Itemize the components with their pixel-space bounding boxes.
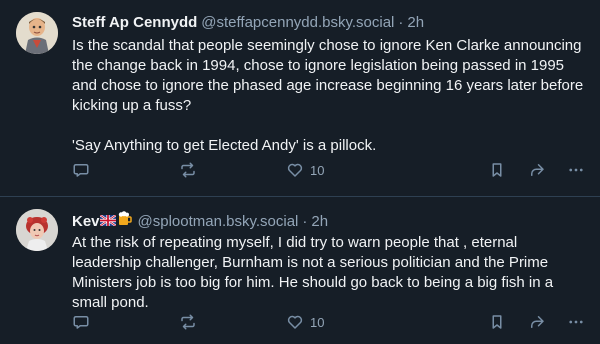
union-jack-flag-icon [98,213,117,231]
like-count: 10 [310,314,325,330]
post-feed: Steff Ap Cennydd @steffapcennydd.bsky.so… [0,0,600,344]
author-handle[interactable]: @splootman.bsky.social [138,213,299,231]
bookmark-icon [492,163,502,177]
avatar[interactable] [16,12,58,54]
post-header: Steff Ap Cennydd @steffapcennydd.bsky.so… [72,14,584,32]
post-timestamp[interactable]: 2h [311,213,328,231]
more-options-button[interactable] [567,161,585,179]
like-button[interactable]: 10 [286,313,324,331]
author-name[interactable]: Steff Ap Cennydd [72,14,197,32]
post-timestamp[interactable]: 2h [407,14,424,32]
post-actions: 10 [72,160,584,180]
reply-button[interactable] [72,161,90,179]
bookmark-button[interactable] [488,313,506,331]
woman-portrait-avatar-icon [16,209,58,251]
bookmark-button[interactable] [488,161,506,179]
speech-bubble-icon [73,316,89,329]
heart-icon [287,163,303,177]
more-options-button[interactable] [567,313,585,331]
speech-bubble-icon [73,164,89,177]
repost-button[interactable] [179,313,197,331]
avatar[interactable] [16,209,58,251]
heart-icon [287,315,303,329]
feed-post[interactable]: Kev @splootman.bsky.social · 2h At the r… [0,197,600,344]
post-header: Kev @splootman.bsky.social · 2h [72,211,584,231]
author-name[interactable]: Kev [72,213,100,231]
post-text: Is the scandal that people seemingly cho… [72,37,584,154]
post-text: At the risk of repeating myself, I did t… [72,234,558,311]
post-actions: 10 [72,312,584,332]
like-count: 10 [310,162,325,178]
separator-dot: · [302,213,308,230]
reply-button[interactable] [72,313,90,331]
beer-mug-icon [118,211,132,231]
share-arrow-icon [531,316,544,328]
author-handle[interactable]: @steffapcennydd.bsky.social [201,14,394,32]
share-button[interactable] [528,313,546,331]
ellipsis-icon [569,320,583,324]
share-button[interactable] [528,161,546,179]
share-arrow-icon [531,164,544,176]
cartoon-figure-avatar-icon [16,12,58,54]
ellipsis-icon [569,168,583,172]
like-button[interactable]: 10 [286,161,324,179]
separator-dot: · [398,14,404,31]
repost-arrows-icon [181,314,195,330]
repost-arrows-icon [181,162,195,178]
feed-post[interactable]: Steff Ap Cennydd @steffapcennydd.bsky.so… [0,0,600,197]
bookmark-icon [492,315,502,329]
repost-button[interactable] [179,161,197,179]
